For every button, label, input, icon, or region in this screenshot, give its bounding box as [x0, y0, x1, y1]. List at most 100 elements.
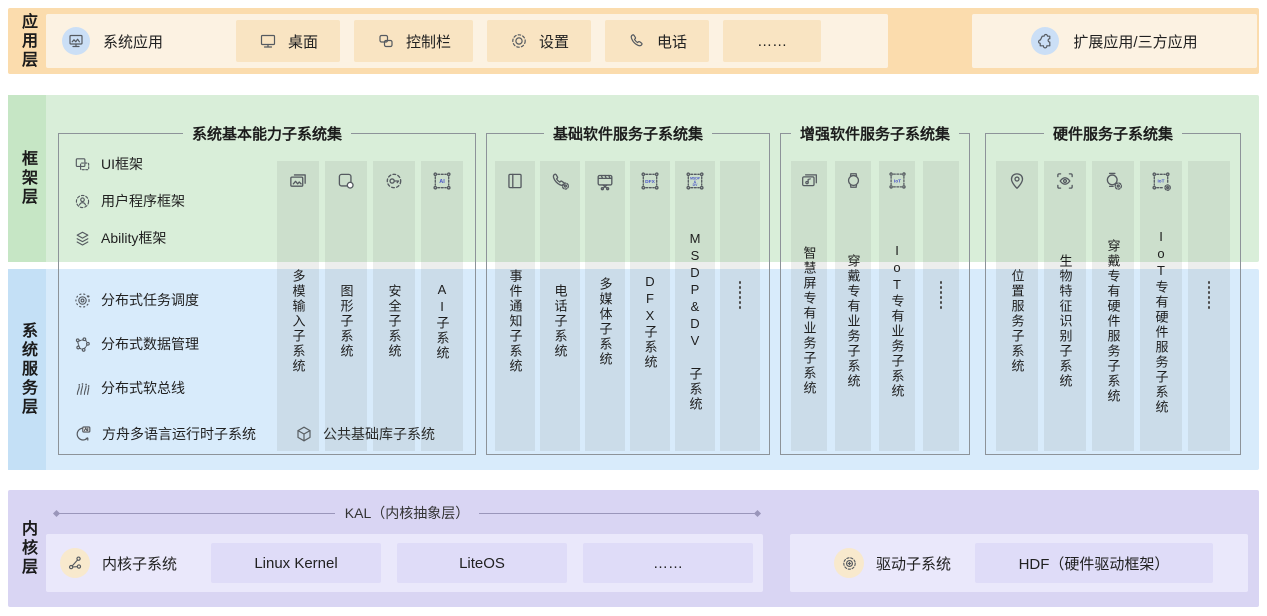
pillar-label: 生物特征识别子系统 [1059, 254, 1072, 389]
pillar-more [720, 161, 760, 451]
pillar-label: AI子系统 [436, 282, 449, 361]
group-enhanced-software-service: 增强软件服务子系统集 智慧屏专有业务子系统 穿戴专有业务子系统 IoT专有业务子… [780, 133, 970, 455]
multimodal-input-icon [287, 170, 309, 192]
group-title: 硬件服务子系统集 [986, 123, 1240, 144]
pillar-telephony: 电话子系统 [540, 161, 580, 451]
softbus-icon [73, 379, 92, 398]
iot-icon [887, 170, 908, 191]
kal-line-right [479, 513, 760, 514]
list-item-softbus: 分布式软总线 [73, 378, 199, 398]
pillar-dfx: DFX子系统 [630, 161, 670, 451]
pillar-label: 事件通知子系统 [509, 269, 522, 374]
list-item-distributed-task: 分布式任务调度 [73, 290, 199, 310]
pillar-biometric: 生物特征识别子系统 [1044, 161, 1086, 451]
pillar-label: IoT专有业务子系统 [891, 243, 904, 399]
group-basic-software-service: 基础软件服务子系统集 事件通知子系统 电话子系统 多媒体子系统 DFX子系统 M… [486, 133, 770, 455]
telephony-icon [549, 170, 571, 192]
driver-subsystem-icon [834, 548, 864, 578]
pillar-multimedia: 多媒体子系统 [585, 161, 625, 451]
ai-icon [431, 170, 453, 192]
kal-title: KAL（内核抽象层） [345, 503, 469, 523]
pillar-graphics: 图形子系统 [325, 161, 367, 451]
pillar-label: 多模输入子系统 [292, 269, 305, 374]
app-layer-label: 应用层 [8, 8, 46, 74]
pillar-msdp-dv: MSDP&DV 子系统 [675, 161, 715, 451]
multimedia-icon [594, 170, 616, 192]
driver-subsystem-container: 驱动子系统 HDF（硬件驱动框架） [790, 534, 1248, 592]
list-item-ark-runtime: 方舟多语言运行时子系统 [73, 424, 256, 444]
app-layer-container: 系统应用 桌面 控制栏 设置 电话 …… [46, 14, 888, 68]
kernel-layer-label: 内核层 [8, 490, 46, 607]
kernel-subsystem-icon [60, 548, 90, 578]
pillar-security: 安全子系统 [373, 161, 415, 451]
pillar-more [1188, 161, 1230, 451]
pillar-label: 图形子系统 [340, 284, 353, 359]
kernel-item-more: …… [583, 543, 753, 583]
control-bar-icon [376, 31, 396, 51]
pillar-event-notification: 事件通知子系统 [495, 161, 535, 451]
framework-layer-label: 框架层 [8, 95, 46, 262]
pillar-wearable-hw: 穿戴专有硬件服务子系统 [1092, 161, 1134, 451]
pillar-label: 穿戴专有硬件服务子系统 [1107, 239, 1120, 404]
app-item-phone: 电话 [605, 20, 709, 62]
pillar-group: 多模输入子系统 图形子系统 安全子系统 AI子系统 [277, 161, 463, 451]
app-item-label: 桌面 [288, 31, 318, 52]
kernel-layer-band: 内核层 KAL（内核抽象层） 内核子系统 Linux Kernel LiteOS… [8, 490, 1259, 607]
desktop-icon [258, 31, 278, 51]
extension-apps-label: 扩展应用/三方应用 [1073, 31, 1197, 52]
app-item-desktop: 桌面 [236, 20, 340, 62]
driver-subsystem-label: 驱动子系统 [876, 553, 951, 574]
framework-items-list: UI框架 用户程序框架 Ability框架 [73, 154, 185, 248]
kernel-subsystem-container: 内核子系统 Linux Kernel LiteOS …… [46, 534, 763, 592]
phone-icon [627, 31, 647, 51]
settings-gear-icon [509, 31, 529, 51]
pillar-group: 事件通知子系统 电话子系统 多媒体子系统 DFX子系统 MSDP&DV 子系统 [495, 161, 760, 451]
smart-screen-icon [799, 170, 820, 191]
group-title: 基础软件服务子系统集 [487, 123, 769, 144]
pillar-label: 智慧屏专有业务子系统 [803, 246, 816, 396]
pillar-wearable: 穿戴专有业务子系统 [835, 161, 871, 451]
security-key-icon [383, 170, 405, 192]
pillar-label: MSDP&DV 子系统 [689, 231, 702, 412]
extension-puzzle-icon [1031, 27, 1059, 55]
kal-line-left [54, 513, 335, 514]
pillar-group: 位置服务子系统 生物特征识别子系统 穿戴专有硬件服务子系统 IoT专有硬件服务子… [996, 161, 1230, 451]
pillar-iot: IoT专有业务子系统 [879, 161, 915, 451]
group-hardware-service: 硬件服务子系统集 位置服务子系统 生物特征识别子系统 穿戴专有硬件服务子系统 I… [985, 133, 1241, 455]
msdp-dv-icon [684, 170, 706, 192]
system-app-label: 系统应用 [103, 31, 163, 52]
app-item-more: …… [723, 20, 821, 62]
app-layer-band: 应用层 系统应用 桌面 控制栏 设置 电话 [8, 8, 1259, 74]
kernel-subsystem-label: 内核子系统 [102, 553, 177, 574]
pillar-multimodal-input: 多模输入子系统 [277, 161, 319, 451]
distributed-data-icon [73, 335, 92, 354]
group-title: 系统基本能力子系统集 [59, 123, 475, 144]
app-item-label: 电话 [657, 31, 687, 52]
pillar-label: DFX子系统 [644, 274, 657, 370]
pillar-iot-hw: IoT专有硬件服务子系统 [1140, 161, 1182, 451]
kernel-item-linux: Linux Kernel [211, 543, 381, 583]
ability-frame-icon [73, 229, 92, 248]
ark-runtime-icon [73, 424, 93, 444]
extension-apps-container: 扩展应用/三方应用 [972, 14, 1257, 68]
pillar-group: 智慧屏专有业务子系统 穿戴专有业务子系统 IoT专有业务子系统 [791, 161, 959, 451]
vertical-ellipsis [1208, 281, 1211, 309]
service-layer-label: 系统服务层 [8, 269, 46, 470]
app-item-ellipsis: …… [757, 33, 787, 50]
group-title: 增强软件服务子系统集 [781, 123, 969, 144]
event-notify-icon [504, 170, 526, 192]
pillar-more [923, 161, 959, 451]
architecture-diagram: 应用层 系统应用 桌面 控制栏 设置 电话 [0, 0, 1267, 616]
app-item-label: 控制栏 [406, 31, 451, 52]
pillar-ai: AI子系统 [421, 161, 463, 451]
list-item-distributed-data: 分布式数据管理 [73, 334, 199, 354]
group-basic-capability: 系统基本能力子系统集 UI框架 用户程序框架 Ability框架 分布式任务调度 [58, 133, 476, 455]
list-item-ui-framework: UI框架 [73, 154, 185, 174]
list-item-ability-framework: Ability框架 [73, 228, 185, 248]
distributed-task-icon [73, 291, 92, 310]
biometric-eye-icon [1054, 170, 1076, 192]
location-pin-icon [1006, 170, 1028, 192]
vertical-ellipsis [739, 281, 742, 309]
pillar-label: 位置服务子系统 [1011, 269, 1024, 374]
pillar-label: IoT专有硬件服务子系统 [1155, 229, 1168, 415]
